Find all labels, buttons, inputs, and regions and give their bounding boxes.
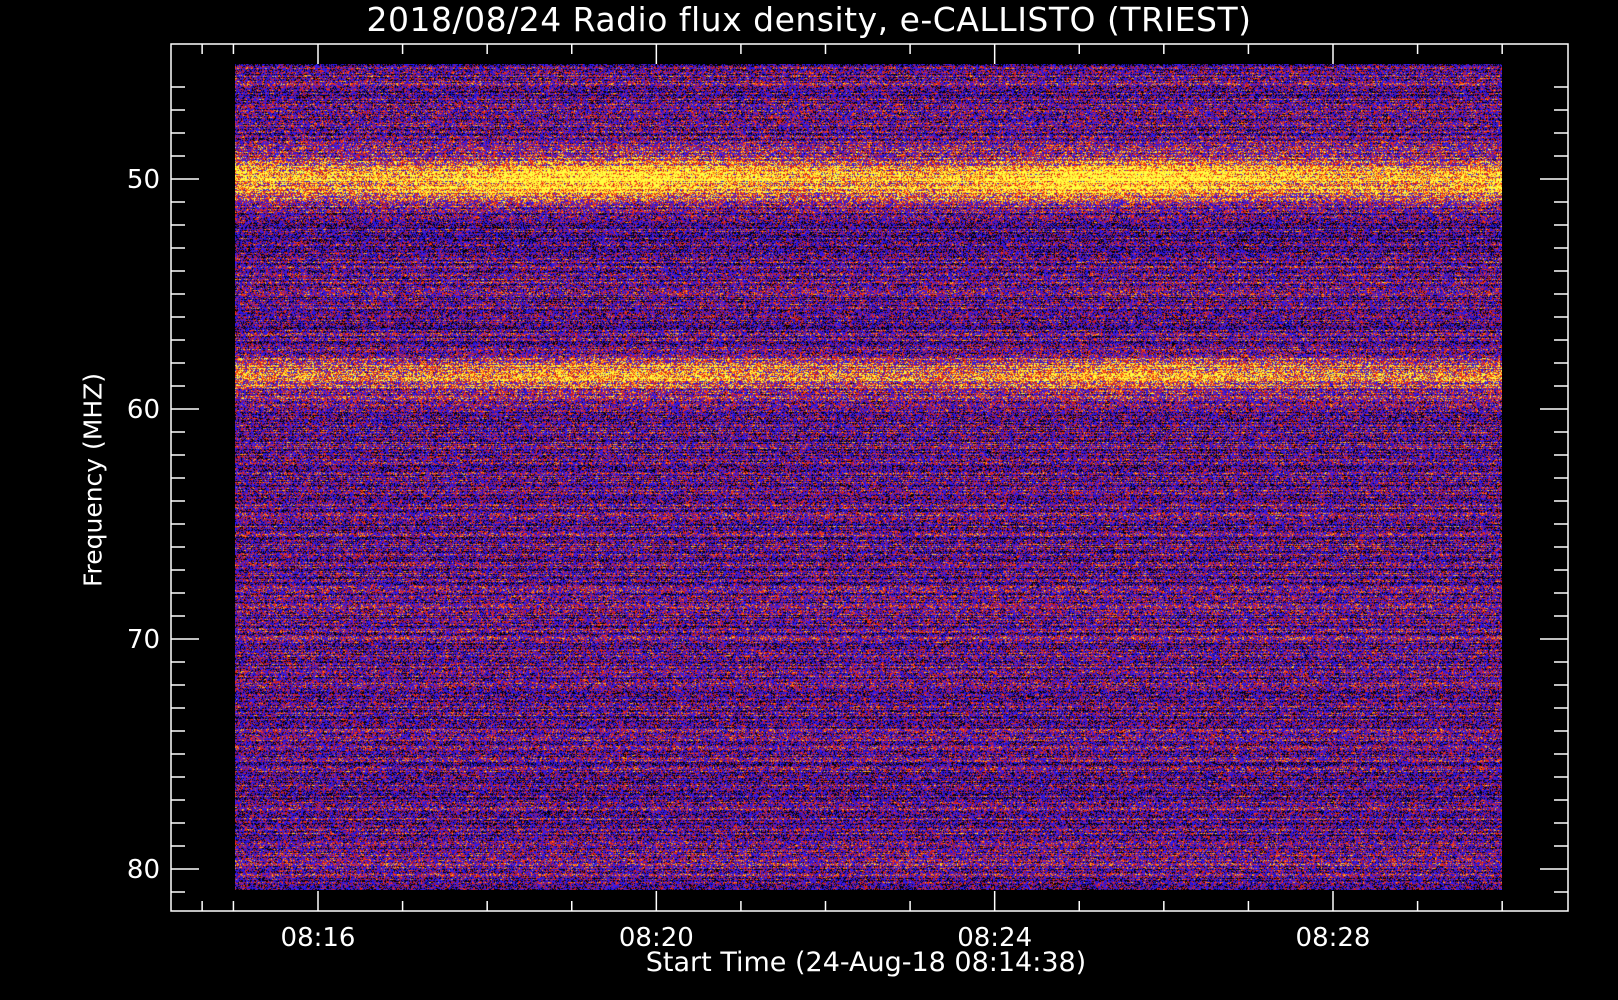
y-axis-label: Frequency (MHZ) [78,372,108,588]
y-tick-label: 50 [127,165,160,195]
spectrogram-heatmap [235,64,1502,890]
y-tick-label: 70 [127,625,160,655]
x-axis-label: Start Time (24-Aug-18 08:14:38) [645,947,1087,978]
y-tick-label: 60 [127,395,160,425]
y-tick-label: 80 [127,855,160,885]
